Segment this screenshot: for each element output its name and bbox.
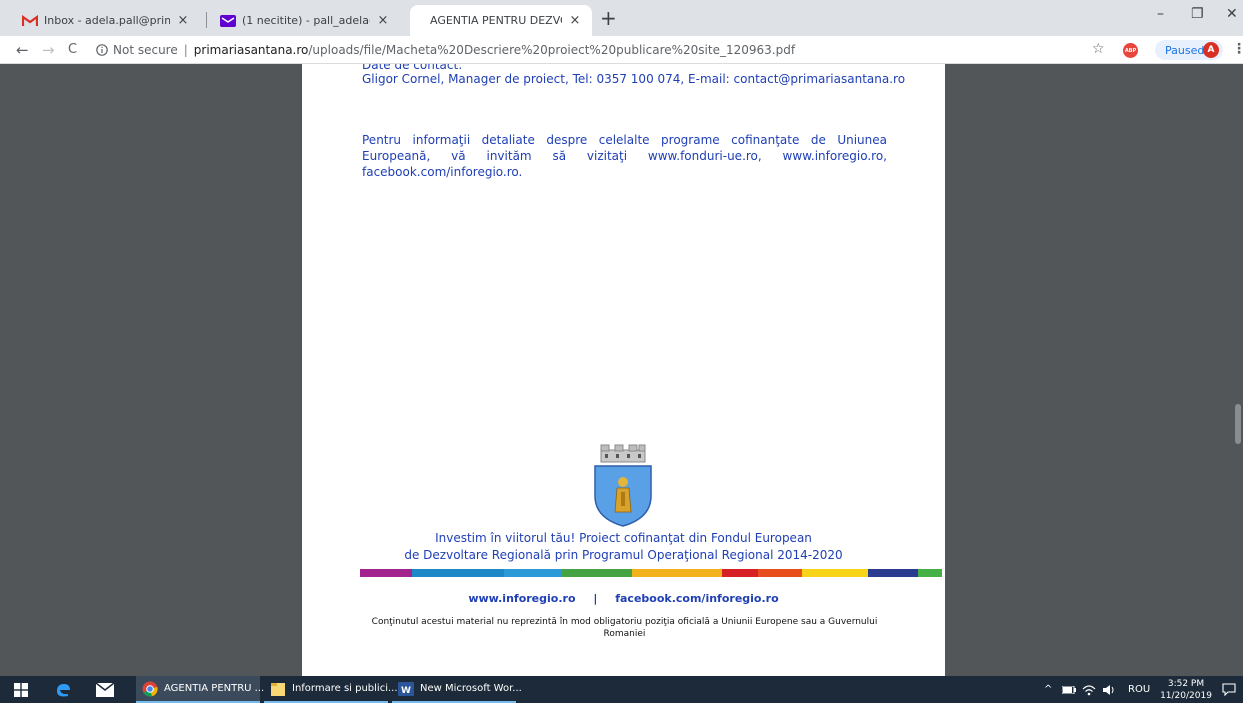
- chrome-icon: [142, 681, 158, 697]
- url-host: primariasantana.ro: [193, 43, 309, 57]
- url-path: /uploads/file/Macheta%20Descriere%20proi…: [308, 43, 796, 57]
- tab-yahoo-mail[interactable]: (1 necitite) - pall_adela@yahoo.c ×: [210, 5, 400, 36]
- stripe-segment: [412, 569, 504, 577]
- stripe-segment: [632, 569, 722, 577]
- taskbar-chrome-app[interactable]: AGENTIA PENTRU ...: [136, 676, 264, 703]
- funding-line-2: de Dezvoltare Regională prin Programul O…: [404, 548, 843, 562]
- word-icon: W: [398, 681, 414, 697]
- reload-button[interactable]: C: [68, 42, 77, 57]
- tab-close-icon[interactable]: ×: [376, 13, 390, 28]
- stripe-segment: [360, 569, 412, 577]
- address-bar[interactable]: Not secure | primariasantana.ro /uploads…: [96, 39, 1106, 61]
- funding-statement: Investim în viitorul tău! Proiect cofina…: [302, 530, 945, 564]
- profile-status: Paused: [1165, 43, 1205, 57]
- svg-text:W: W: [401, 686, 411, 696]
- new-tab-button[interactable]: +: [600, 8, 617, 28]
- taskbar-explorer-app[interactable]: Informare si publici...: [264, 676, 398, 703]
- windows-taskbar: AGENTIA PENTRU ... Informare si publici.…: [0, 676, 1243, 703]
- language-indicator[interactable]: ROU: [1128, 676, 1150, 703]
- tab-title: AGENTIA PENTRU DEZVOLTARE: [430, 14, 562, 27]
- link-separator: |: [593, 592, 598, 605]
- volume-icon[interactable]: [1102, 676, 1116, 703]
- start-button[interactable]: [14, 676, 28, 703]
- system-clock[interactable]: 3:52 PM 11/20/2019: [1158, 678, 1214, 702]
- mail-icon: [96, 682, 114, 697]
- footer-links: www.inforegio.ro | facebook.com/inforegi…: [302, 592, 945, 605]
- pdf-scrollbar[interactable]: [1233, 64, 1243, 676]
- tab-strip: Inbox - adela.pall@primariasanta × (1 ne…: [0, 0, 1243, 36]
- edge-icon: [57, 683, 70, 696]
- stripe-segment: [504, 569, 562, 577]
- scrollbar-thumb[interactable]: [1235, 404, 1241, 444]
- profile-paused-button[interactable]: Paused A: [1155, 40, 1223, 60]
- stripe-segment: [802, 569, 868, 577]
- wifi-icon[interactable]: [1082, 676, 1096, 703]
- contact-line: Gligor Cornel, Manager de proiect, Tel: …: [362, 72, 906, 86]
- santana-coat-of-arms: [591, 444, 655, 528]
- tab-divider: [206, 12, 207, 28]
- notifications-icon[interactable]: [1222, 676, 1236, 703]
- tab-close-icon[interactable]: ×: [568, 13, 582, 28]
- stripe-segment: [918, 569, 942, 577]
- taskbar-app-label: New Microsoft Wor...: [420, 683, 522, 694]
- pdf-page: Date de contact: Gligor Cornel, Manager …: [302, 64, 945, 676]
- taskbar-app-label: Informare si publici...: [292, 683, 398, 694]
- stripe-segment: [758, 569, 802, 577]
- browser-menu-icon[interactable]: ⋮: [1232, 41, 1243, 57]
- windows-icon: [14, 682, 28, 697]
- security-label: Not secure: [113, 43, 178, 57]
- avatar: A: [1203, 42, 1219, 58]
- browser-toolbar: ← → C Not secure | primariasantana.ro /u…: [0, 36, 1243, 64]
- tab-agentia-active[interactable]: AGENTIA PENTRU DEZVOLTARE ×: [410, 5, 592, 36]
- back-button[interactable]: ←: [16, 41, 29, 59]
- contact-header: Date de contact:: [362, 64, 463, 72]
- regio-color-stripe: [360, 569, 942, 577]
- tab-title: Inbox - adela.pall@primariasanta: [44, 14, 170, 27]
- stripe-segment: [722, 569, 758, 577]
- yahoo-mail-icon: [220, 13, 236, 29]
- forward-button[interactable]: →: [42, 41, 55, 59]
- taskbar-word-app[interactable]: W New Microsoft Wor...: [392, 676, 522, 703]
- clock-time: 3:52 PM: [1167, 679, 1205, 689]
- stripe-segment: [562, 569, 632, 577]
- funding-line-1: Investim în viitorul tău! Proiect cofina…: [435, 531, 812, 545]
- inforegio-link[interactable]: www.inforegio.ro: [468, 592, 575, 605]
- gmail-icon: [22, 13, 38, 29]
- clock-date: 11/20/2019: [1160, 691, 1212, 701]
- edge-button[interactable]: [54, 676, 72, 703]
- tab-title: (1 necitite) - pall_adela@yahoo.c: [242, 14, 370, 27]
- url-separator: |: [183, 43, 188, 57]
- close-window-button[interactable]: ✕: [1226, 6, 1238, 22]
- mail-button[interactable]: [96, 676, 114, 703]
- adblock-plus-icon[interactable]: ABP: [1123, 43, 1138, 58]
- pdf-viewer[interactable]: Date de contact: Gligor Cornel, Manager …: [0, 64, 1243, 676]
- bookmark-star-icon[interactable]: ☆: [1092, 41, 1105, 57]
- disclaimer: Conţinutul acestui material nu reprezint…: [371, 617, 878, 639]
- tray-overflow-button[interactable]: ^: [1044, 676, 1052, 703]
- battery-icon[interactable]: [1062, 676, 1076, 703]
- chevron-up-icon: ^: [1044, 684, 1053, 695]
- minimize-button[interactable]: –: [1157, 6, 1164, 22]
- info-paragraph: Pentru informaţii detaliate despre celel…: [362, 133, 887, 179]
- stripe-segment: [868, 569, 918, 577]
- tab-close-icon[interactable]: ×: [176, 13, 190, 28]
- info-icon[interactable]: [96, 44, 108, 56]
- restore-button[interactable]: ❐: [1191, 6, 1204, 22]
- taskbar-app-label: AGENTIA PENTRU ...: [164, 683, 265, 694]
- facebook-link[interactable]: facebook.com/inforegio.ro: [615, 592, 778, 605]
- file-explorer-icon: [270, 681, 286, 697]
- tab-gmail-inbox[interactable]: Inbox - adela.pall@primariasanta ×: [12, 5, 200, 36]
